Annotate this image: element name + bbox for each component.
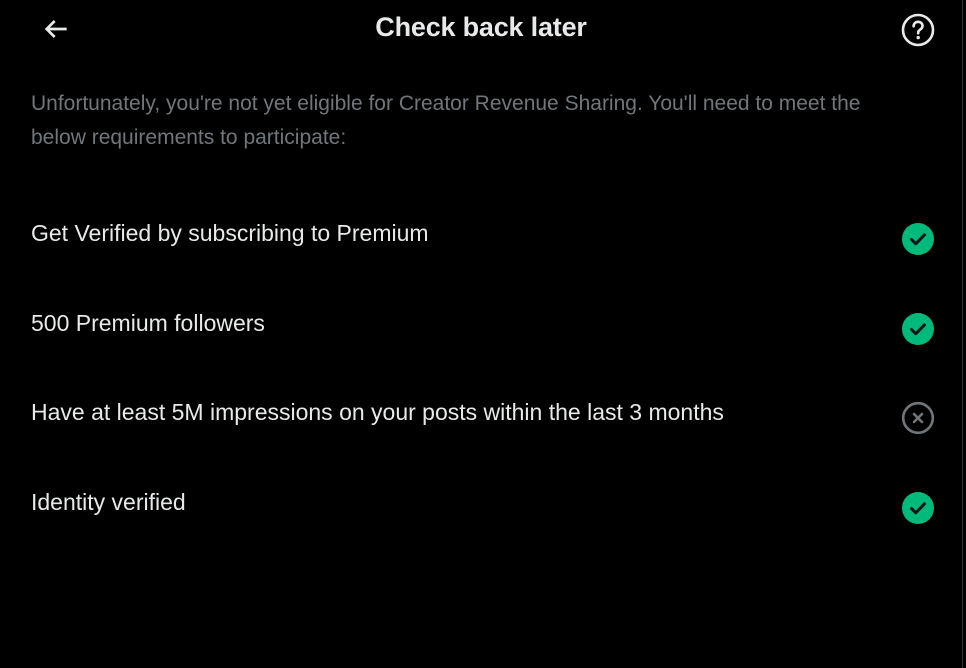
requirement-label: Identity verified [31,488,186,515]
requirement-label: Get Verified by subscribing to Premium [31,220,429,246]
question-circle-icon [901,13,935,47]
requirement-item: Identity verified [0,463,962,553]
requirements-list: Get Verified by subscribing to Premium 5… [0,194,962,552]
requirement-item: Get Verified by subscribing to Premium [0,194,962,284]
check-circle-icon [902,312,934,345]
requirement-item: 500 Premium followers [0,284,962,374]
help-button[interactable] [898,10,938,50]
x-circle-icon [901,401,935,435]
eligibility-panel: Check back later Unfortunately, you're n… [0,0,963,668]
requirement-item: Have at least 5M impressions on your pos… [0,373,962,463]
requirement-label: Have at least 5M impressions on your pos… [31,399,724,425]
eligibility-intro-text: Unfortunately, you're not yet eligible f… [31,92,861,149]
header: Check back later [0,0,962,58]
check-circle-icon [902,223,934,255]
requirement-label: 500 Premium followers [31,309,265,336]
page-title: Check back later [375,12,587,42]
check-circle-icon [902,491,934,524]
